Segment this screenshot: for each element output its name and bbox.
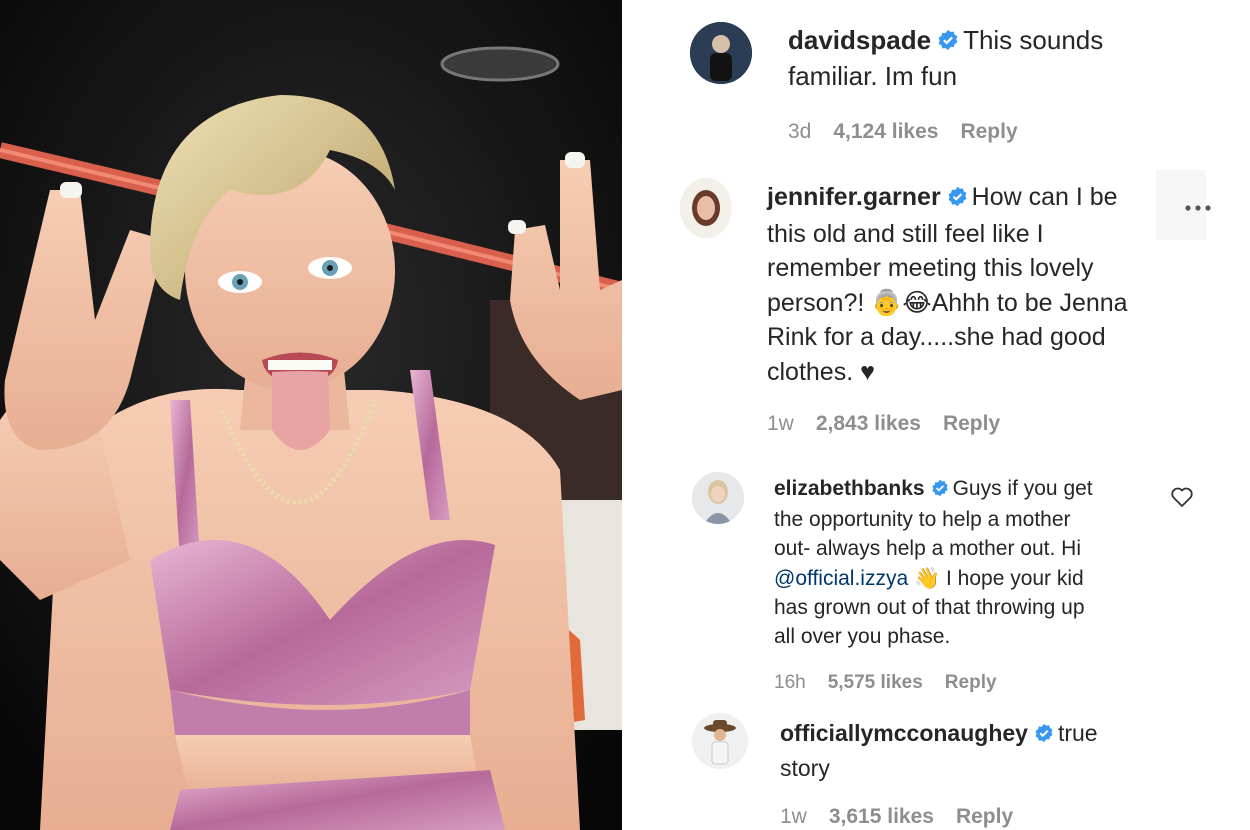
comment-jennifer-garner: jennifer.garner How can I be this old and… (636, 160, 1250, 460)
comment-time: 1w (780, 805, 807, 828)
username-link[interactable]: elizabethbanks (774, 477, 925, 500)
reply-button[interactable]: Reply (960, 120, 1017, 144)
reply-button[interactable]: Reply (943, 412, 1000, 436)
more-options-icon[interactable] (1184, 200, 1212, 218)
username-link[interactable]: officiallymcconaughey (780, 720, 1028, 746)
comment-line: this old and still feel like I (767, 219, 1044, 248)
heart-icon[interactable] (1170, 486, 1194, 513)
comment-line: Rink for a day.....she had good (767, 323, 1106, 351)
comment-text: elizabethbanks Guys if you get the opport… (774, 474, 1194, 651)
comment-line: story (780, 754, 830, 781)
user-avatar-icon (690, 22, 752, 84)
user-avatar-icon (692, 472, 744, 524)
comment-line: all over you phase. (774, 625, 951, 649)
verified-badge-icon (947, 182, 968, 217)
comment-line: 👋 I hope your kid (914, 566, 1084, 590)
reply-button[interactable]: Reply (956, 805, 1013, 829)
user-avatar-icon (692, 713, 748, 769)
comment-line: Guys if you get (952, 477, 1093, 500)
panel-divider (622, 0, 636, 830)
comment-davidspade: davidspade This sounds familiar. Im fun 3… (636, 0, 1250, 160)
comment-meta: 1w 2,843 likes Reply (767, 412, 1000, 436)
reply-button[interactable]: Reply (945, 672, 997, 694)
comment-line: out- always help a mother out. Hi (774, 537, 1081, 561)
party-photo (0, 0, 622, 830)
username-link[interactable]: jennifer.garner (767, 183, 941, 211)
likes-count[interactable]: 4,124 likes (833, 120, 938, 144)
mention-link[interactable]: @official.izzya (774, 567, 908, 590)
comment-elizabethbanks: elizabethbanks Guys if you get the opport… (636, 460, 1250, 705)
verified-badge-icon (931, 476, 949, 505)
comment-text: officiallymcconaughey true story (780, 717, 1200, 784)
avatar[interactable] (690, 22, 752, 84)
comment-line: How can I be (971, 183, 1118, 211)
user-avatar-icon (680, 178, 732, 238)
comment-line: person?! 👵😂Ahhh to be Jenna (767, 288, 1128, 317)
comment-line: true (1057, 720, 1098, 746)
avatar[interactable] (680, 178, 732, 238)
comment-text: jennifer.garner How can I be this old and… (767, 180, 1187, 389)
comment-time: 16h (774, 672, 806, 693)
comment-meta: 3d 4,124 likes Reply (788, 120, 1018, 144)
verified-badge-icon (937, 26, 959, 60)
comment-line: the opportunity to help a mother (774, 508, 1071, 532)
avatar[interactable] (692, 713, 748, 769)
comment-text: davidspade This sounds familiar. Im fun (788, 24, 1188, 94)
comment-time: 3d (788, 120, 812, 143)
comment-line: clothes. ♥ (767, 357, 875, 386)
comment-line: remember meeting this lovely (767, 254, 1094, 282)
likes-count[interactable]: 2,843 likes (816, 412, 921, 436)
likes-count[interactable]: 3,615 likes (829, 805, 934, 829)
comments-panel: davidspade This sounds familiar. Im fun 3… (636, 0, 1250, 830)
comment-meta: 16h 5,575 likes Reply (774, 672, 997, 694)
comment-meta: 1w 3,615 likes Reply (780, 805, 1013, 829)
verified-badge-icon (1034, 719, 1054, 752)
likes-count[interactable]: 5,575 likes (828, 672, 923, 694)
username-link[interactable]: davidspade (788, 25, 931, 55)
photo-panel (0, 0, 622, 830)
comment-line: has grown out of that throwing up (774, 595, 1085, 619)
comment-line: This sounds (963, 25, 1104, 55)
comment-officiallymcconaughey: officiallymcconaughey true story 1w 3,615… (636, 705, 1250, 830)
comment-line: familiar. Im fun (788, 60, 958, 91)
avatar[interactable] (692, 472, 744, 524)
comment-time: 1w (767, 412, 794, 435)
